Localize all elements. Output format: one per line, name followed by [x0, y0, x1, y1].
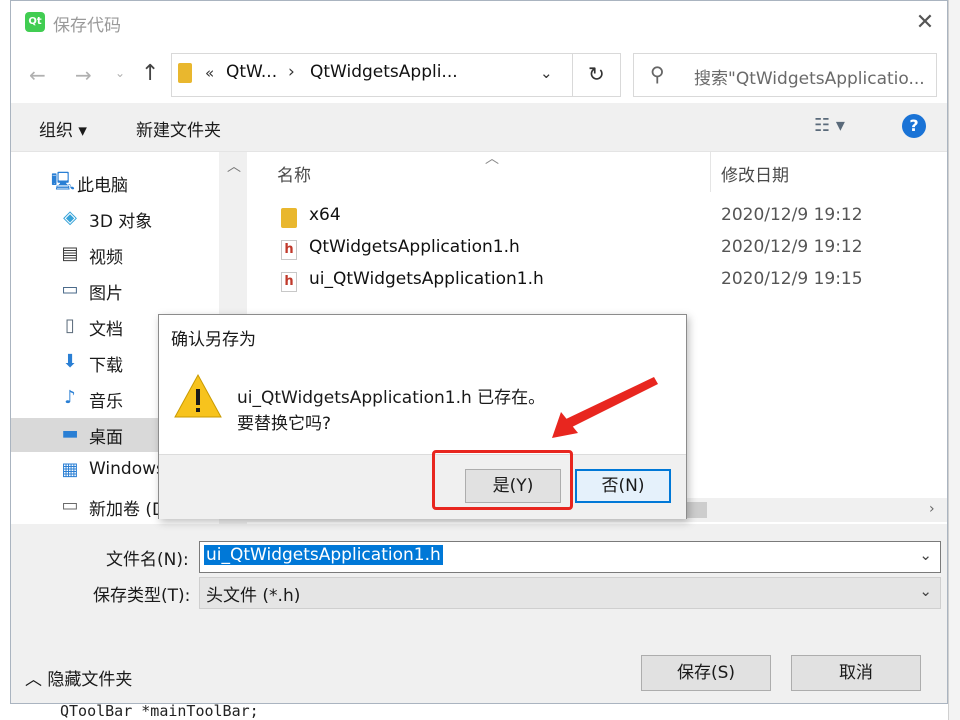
- save-button[interactable]: 保存(S): [641, 655, 771, 691]
- search-icon: ⚲: [650, 62, 665, 86]
- sort-ascending-icon: ︿: [485, 151, 499, 167]
- chevron-down-icon[interactable]: ⌄: [919, 582, 932, 600]
- file-name: ui_QtWidgetsApplication1.h: [309, 269, 544, 289]
- document-icon: ▯: [65, 315, 75, 336]
- file-row[interactable]: h ui_QtWidgetsApplication1.h 2020/12/9 1…: [247, 266, 947, 296]
- column-header-date[interactable]: 修改日期: [721, 161, 789, 186]
- video-icon: ▤: [61, 243, 79, 264]
- music-icon: ♪: [64, 387, 76, 408]
- filename-input[interactable]: ui_QtWidgetsApplication1.h ⌄: [199, 541, 941, 573]
- folder-icon: [281, 208, 297, 228]
- sidebar-item-label: 此电脑: [77, 176, 128, 196]
- chevron-down-icon[interactable]: ⌄: [540, 64, 553, 82]
- filetype-select[interactable]: 头文件 (*.h) ⌄: [199, 577, 941, 609]
- confirm-dialog-title: 确认另存为: [171, 330, 256, 350]
- sidebar-item-label: 下载: [89, 356, 123, 376]
- windows-drive-icon: ▦: [61, 459, 79, 480]
- background-code-line: QToolBar *mainToolBar;: [60, 702, 259, 720]
- sidebar-item-label: 图片: [89, 284, 123, 304]
- forward-arrow-icon[interactable]: →: [75, 63, 92, 87]
- background-editor: [948, 0, 960, 720]
- filetype-value: 头文件 (*.h): [206, 586, 301, 606]
- new-folder-button[interactable]: 新建文件夹: [136, 116, 221, 141]
- confirm-question: 要替换它吗?: [237, 414, 332, 434]
- sidebar-item-label: Windows: [89, 459, 165, 479]
- refresh-icon[interactable]: ↻: [588, 62, 605, 86]
- file-date: 2020/12/9 19:15: [721, 269, 863, 289]
- back-arrow-icon[interactable]: ←: [29, 63, 46, 87]
- cancel-button[interactable]: 取消: [791, 655, 921, 691]
- header-file-icon: h: [281, 240, 297, 260]
- breadcrumb-item[interactable]: QtWidgetsAppli...: [310, 62, 458, 82]
- column-divider[interactable]: [710, 152, 711, 192]
- search-placeholder: 搜索"QtWidgetsApplicatio...: [694, 69, 925, 89]
- sidebar-item-label: 音乐: [89, 392, 123, 412]
- desktop-icon: ▬: [61, 423, 79, 444]
- file-row[interactable]: x64 2020/12/9 19:12: [247, 202, 947, 232]
- filetype-label: 保存类型(T):: [93, 586, 191, 606]
- divider: [572, 54, 573, 96]
- close-icon[interactable]: ✕: [911, 9, 939, 37]
- organize-button[interactable]: 组织 ▾: [39, 116, 87, 141]
- file-name: x64: [309, 205, 341, 225]
- sidebar-item-label: 桌面: [89, 428, 123, 448]
- window-title: 保存代码: [53, 16, 121, 36]
- qt-logo-icon: Qt: [25, 12, 45, 32]
- search-input[interactable]: ⚲ 搜索"QtWidgetsApplicatio...: [633, 53, 937, 97]
- hide-folders-button[interactable]: ︿ 隐藏文件夹: [25, 665, 132, 690]
- title-bar: Qt 保存代码 ✕: [11, 1, 947, 45]
- sidebar-item-label: 3D 对象: [89, 212, 153, 232]
- sidebar-item-label: 文档: [89, 320, 123, 340]
- column-header-name[interactable]: 名称: [277, 161, 311, 186]
- view-options-icon[interactable]: ☷ ▾: [814, 115, 845, 136]
- cube-icon: ◈: [63, 207, 77, 228]
- address-bar[interactable]: « QtW... › QtWidgetsAppli... ⌄ ↻: [171, 53, 621, 97]
- scroll-right-icon[interactable]: ›: [929, 501, 935, 517]
- picture-icon: ▭: [61, 279, 79, 300]
- no-button[interactable]: 否(N): [575, 469, 671, 503]
- chevron-up-icon: ︿: [25, 670, 42, 690]
- file-row[interactable]: h QtWidgetsApplication1.h 2020/12/9 19:1…: [247, 234, 947, 264]
- recent-locations-chevron-icon[interactable]: ⌄: [115, 66, 125, 80]
- file-date: 2020/12/9 19:12: [721, 237, 863, 257]
- confirm-save-dialog: 确认另存为 ui_QtWidgetsApplication1.h 已存在。 要替…: [158, 314, 687, 519]
- header-file-icon: h: [281, 272, 297, 292]
- toolbar: 组织 ▾ 新建文件夹 ☷ ▾ ?: [11, 103, 947, 152]
- up-arrow-icon[interactable]: ↑: [141, 61, 159, 86]
- sidebar-item-pictures[interactable]: ▭ 图片: [11, 274, 219, 308]
- scroll-up-icon[interactable]: ︿: [227, 156, 241, 176]
- file-date: 2020/12/9 19:12: [721, 205, 863, 225]
- breadcrumb-overflow[interactable]: «: [205, 64, 214, 82]
- confirm-button-bar: 是(Y) 否(N): [159, 454, 686, 519]
- breadcrumb-chevron-icon[interactable]: ›: [288, 62, 295, 82]
- chevron-down-icon[interactable]: ⌄: [919, 546, 932, 564]
- filename-value: ui_QtWidgetsApplication1.h: [204, 545, 443, 565]
- download-icon: ⬇: [62, 351, 78, 372]
- computer-icon: 🖳: [51, 171, 76, 192]
- help-icon[interactable]: ?: [902, 114, 926, 138]
- file-name: QtWidgetsApplication1.h: [309, 237, 520, 257]
- drive-icon: ▭: [61, 495, 79, 516]
- breadcrumb-item[interactable]: QtW...: [226, 62, 277, 82]
- sidebar-item-this-pc[interactable]: 🖳 此电脑: [11, 166, 219, 200]
- sidebar-item-3d-objects[interactable]: ◈ 3D 对象: [11, 202, 219, 236]
- folder-icon: [178, 63, 192, 83]
- navigation-row: ← → ⌄ ↑ « QtW... › QtWidgetsAppli... ⌄ ↻…: [11, 45, 947, 103]
- annotation-highlight-box: [432, 450, 573, 510]
- hide-folders-label: 隐藏文件夹: [47, 670, 133, 690]
- sidebar-item-videos[interactable]: ▤ 视频: [11, 238, 219, 272]
- sidebar-item-label: 视频: [89, 248, 123, 268]
- warning-icon: [174, 373, 222, 418]
- filename-label: 文件名(N):: [106, 550, 189, 570]
- confirm-message: ui_QtWidgetsApplication1.h 已存在。: [237, 388, 546, 408]
- sidebar-item-label: 新加卷 (D: [89, 500, 166, 520]
